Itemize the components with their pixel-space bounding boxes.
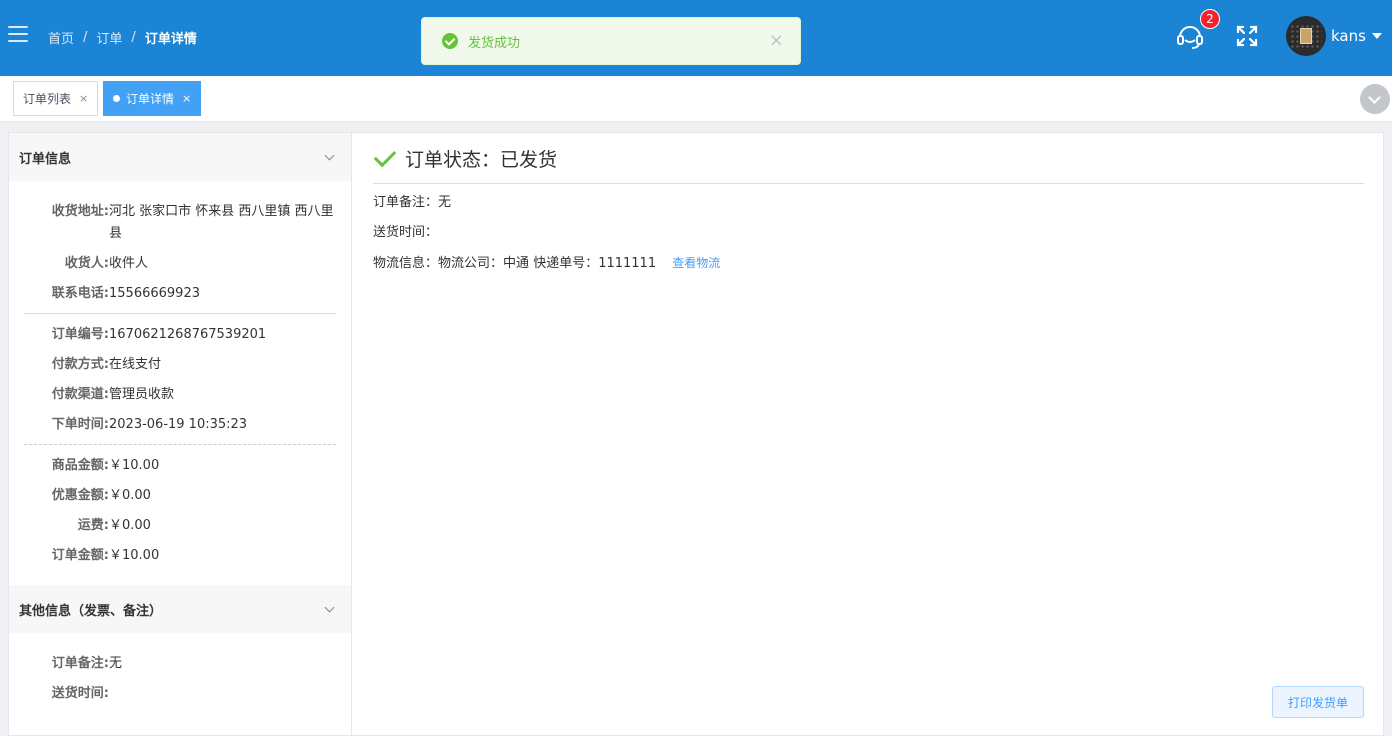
- value: 无: [109, 656, 123, 671]
- username: kans: [1331, 27, 1366, 45]
- label: 收货地址:: [51, 204, 109, 219]
- success-toast: 发货成功 ×: [421, 17, 801, 65]
- status-row-remark: 订单备注：无: [373, 192, 720, 214]
- breadcrumb: 首页 / 订单 / 订单详情: [48, 28, 197, 47]
- value: [109, 683, 336, 705]
- tab-label: 订单详情: [126, 92, 175, 106]
- status-row-delivery-time: 送货时间：: [373, 222, 720, 244]
- info-row-order-time: 下单时间: 2023-06-19 10:35:23: [24, 414, 336, 436]
- label: 快递单号：: [533, 256, 599, 271]
- chevron-down-icon: [324, 602, 335, 612]
- tracking-number: 1111111: [598, 256, 657, 271]
- tab-close-icon[interactable]: ×: [182, 92, 191, 105]
- info-row-phone: 联系电话: 15566669923: [24, 283, 336, 305]
- label: 运费:: [77, 518, 109, 533]
- status-text: 订单状态：已发货: [405, 149, 558, 171]
- info-row-delivery-time: 送货时间:: [24, 683, 336, 705]
- tabs-dropdown-icon[interactable]: [1360, 84, 1390, 114]
- order-info-panel-header[interactable]: 订单信息: [9, 133, 351, 181]
- value: ￥10.00: [109, 458, 160, 473]
- label: 物流信息：: [373, 256, 439, 271]
- panel-title: 订单信息: [19, 151, 72, 167]
- label: 送货时间：: [373, 225, 439, 240]
- value: 管理员收款: [109, 387, 175, 402]
- other-info-list: 订单备注: 无 送货时间:: [9, 633, 351, 723]
- close-icon[interactable]: ×: [769, 32, 784, 50]
- info-row-freight: 运费: ￥0.00: [24, 515, 336, 537]
- success-check-icon: [442, 33, 458, 49]
- order-info-list: 收货地址: 河北 张家口市 怀来县 西八里镇 西八里县 收货人: 收件人 联系电…: [9, 181, 351, 585]
- order-detail-card: 订单信息 收货地址: 河北 张家口市 怀来县 西八里镇 西八里县 收货人: 收件…: [8, 132, 1384, 736]
- view-logistics-link[interactable]: 查看物流: [672, 256, 720, 270]
- divider: [24, 313, 336, 314]
- status-info: 订单备注：无 送货时间： 物流信息：物流公司：中通 快递单号：1111111 查…: [373, 192, 720, 283]
- breadcrumb-current: 订单详情: [144, 32, 197, 47]
- left-info-column: 订单信息 收货地址: 河北 张家口市 怀来县 西八里镇 西八里县 收货人: 收件…: [9, 133, 352, 736]
- value: ￥10.00: [109, 548, 160, 563]
- value: 无: [438, 195, 452, 210]
- value: 在线支付: [109, 357, 162, 372]
- label: 联系电话:: [51, 286, 109, 301]
- info-row-order-no: 订单编号: 1670621268767539201: [24, 324, 336, 346]
- breadcrumb-separator: /: [131, 30, 136, 45]
- print-shipping-note-button[interactable]: 打印发货单: [1272, 686, 1364, 718]
- label: 下单时间:: [51, 417, 109, 432]
- info-row-order-amount: 订单金额: ￥10.00: [24, 545, 336, 567]
- value: ￥0.00: [109, 488, 151, 503]
- label: 订单备注：: [373, 195, 439, 210]
- order-status-title: 订单状态：已发货: [373, 144, 558, 172]
- info-row-goods-amount: 商品金额: ￥10.00: [24, 455, 336, 477]
- info-row-discount: 优惠金额: ￥0.00: [24, 485, 336, 507]
- label: 物流公司：: [438, 256, 504, 271]
- tab-bar: 订单列表 × 订单详情 ×: [0, 76, 1392, 122]
- status-row-logistics: 物流信息：物流公司：中通 快递单号：1111111 查看物流: [373, 252, 720, 275]
- active-dot-icon: [113, 95, 120, 102]
- value: 15566669923: [109, 286, 200, 301]
- info-row-address: 收货地址: 河北 张家口市 怀来县 西八里镇 西八里县: [24, 201, 336, 245]
- other-info-panel-header[interactable]: 其他信息（发票、备注）: [9, 585, 351, 633]
- label: 收货人:: [64, 256, 109, 271]
- breadcrumb-separator: /: [83, 30, 88, 45]
- chevron-down-icon: [324, 150, 335, 160]
- logistics-company: 中通: [503, 256, 530, 271]
- toast-message: 发货成功: [468, 35, 521, 51]
- info-row-remark: 订单备注: 无: [24, 653, 336, 675]
- user-menu[interactable]: kans: [1286, 16, 1382, 56]
- divider: [24, 444, 336, 445]
- caret-down-icon: [1371, 33, 1382, 39]
- panel-title: 其他信息（发票、备注）: [19, 603, 163, 619]
- info-row-pay-method: 付款方式: 在线支付: [24, 354, 336, 376]
- info-row-pay-channel: 付款渠道: 管理员收款: [24, 384, 336, 406]
- label: 订单金额:: [51, 548, 109, 563]
- breadcrumb-home[interactable]: 首页: [48, 28, 74, 47]
- customer-service-icon[interactable]: 2: [1174, 9, 1220, 52]
- label: 送货时间:: [51, 686, 109, 701]
- hamburger-menu-icon[interactable]: [8, 26, 28, 44]
- tab-label: 订单列表: [23, 92, 72, 106]
- label: 订单编号:: [51, 327, 109, 342]
- info-row-receiver: 收货人: 收件人: [24, 253, 336, 275]
- value: 收件人: [109, 256, 149, 271]
- avatar: [1286, 16, 1326, 56]
- divider: [373, 183, 1364, 184]
- breadcrumb-orders[interactable]: 订单: [96, 28, 122, 47]
- value: ￥0.00: [109, 518, 151, 533]
- label: 订单备注:: [51, 656, 109, 671]
- value: 河北 张家口市 怀来县 西八里镇 西八里县: [109, 204, 334, 241]
- label: 优惠金额:: [51, 488, 109, 503]
- notification-badge: 2: [1200, 9, 1220, 29]
- label: 付款方式:: [51, 357, 109, 372]
- label: 付款渠道:: [51, 387, 109, 402]
- value: 1670621268767539201: [109, 327, 267, 342]
- label: 商品金额:: [51, 458, 109, 473]
- check-icon: [373, 144, 397, 167]
- tab-order-list[interactable]: 订单列表 ×: [13, 81, 99, 116]
- tab-close-icon[interactable]: ×: [79, 92, 88, 105]
- fullscreen-icon[interactable]: [1236, 25, 1258, 47]
- value: 2023-06-19 10:35:23: [109, 417, 248, 432]
- order-status-section: 订单状态：已发货 订单备注：无 送货时间： 物流信息：物流公司：中通 快递单号：…: [353, 133, 1384, 736]
- tab-order-detail[interactable]: 订单详情 ×: [103, 81, 202, 116]
